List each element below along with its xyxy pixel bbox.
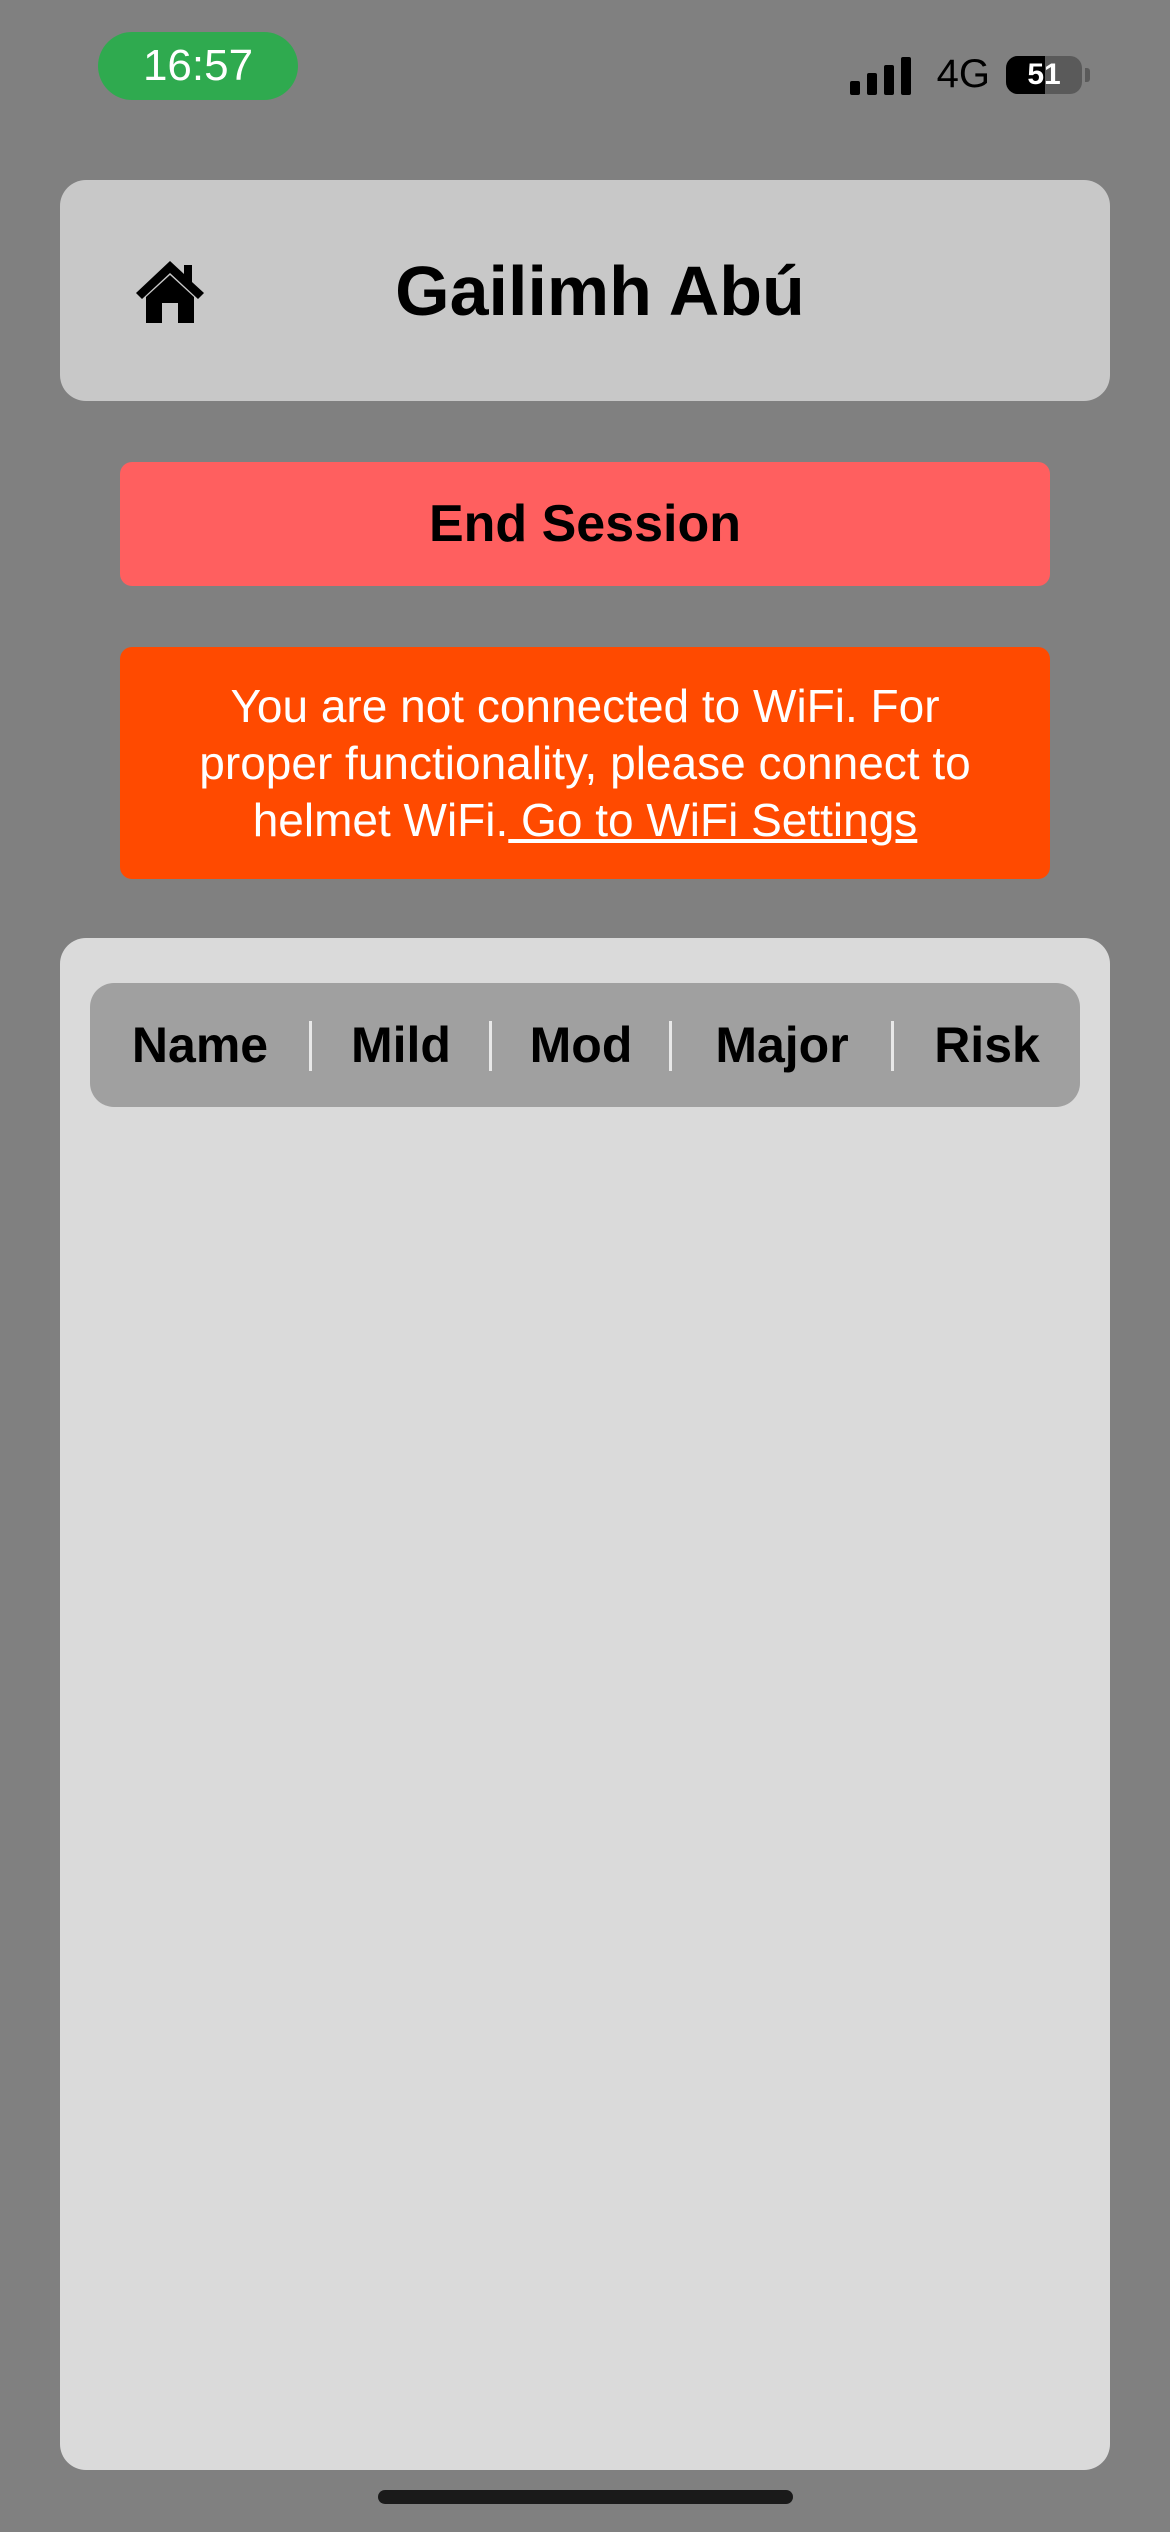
app-screen: 16:57 4G 51 Gailimh Abú End Session You … (0, 0, 1170, 2532)
home-indicator[interactable] (378, 2490, 793, 2504)
home-icon[interactable] (134, 257, 206, 325)
page-title: Gailimh Abú (395, 251, 805, 330)
battery-icon: 51 (1006, 55, 1090, 94)
end-session-button[interactable]: End Session (120, 462, 1050, 586)
column-header-name: Name (131, 1017, 269, 1073)
cellular-signal-icon (849, 55, 911, 95)
column-header-major: Major (715, 1017, 849, 1073)
session-table-panel: Name Mild Mod Major Risk (60, 938, 1110, 2470)
table-header: Name Mild Mod Major Risk (90, 983, 1080, 1107)
column-header-risk: Risk (934, 1017, 1040, 1073)
network-type: 4G (936, 52, 990, 96)
header-card: Gailimh Abú (60, 180, 1110, 401)
column-header-mod: Mod (529, 1017, 633, 1073)
wifi-warning-banner: You are not connected to WiFi. For prope… (120, 647, 1050, 879)
status-time: 16:57 (98, 32, 298, 100)
wifi-settings-link[interactable]: Go to WiFi Settings (508, 794, 917, 846)
status-indicators: 4G 51 (849, 52, 1090, 97)
battery-percentage: 51 (1027, 57, 1061, 91)
wifi-warning-text: You are not connected to WiFi. For prope… (160, 678, 1010, 849)
column-header-mild: Mild (351, 1017, 451, 1073)
